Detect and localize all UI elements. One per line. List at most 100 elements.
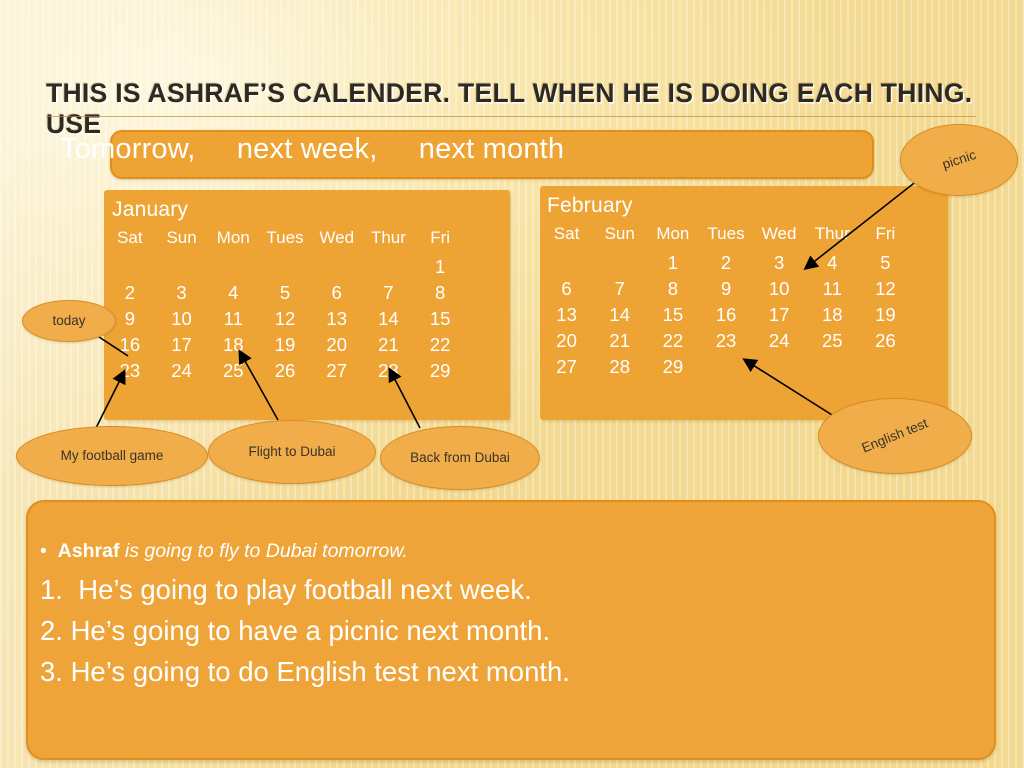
callout-flight-to-dubai-label: Flight to Dubai (248, 444, 336, 459)
calendar-day-cell: 17 (768, 304, 790, 325)
calendar-day-cell: 27 (556, 356, 577, 377)
calendar-day-cell: 10 (768, 278, 790, 299)
calendar-dow-header: Fri (875, 224, 896, 243)
calendar-day-cell: 14 (378, 308, 399, 329)
answer-example-subject: Ashraf (57, 540, 120, 562)
title-divider (46, 116, 976, 117)
calendar-day-cell: 5 (880, 252, 891, 273)
calendar-day-cell: 18 (222, 334, 244, 355)
calendar-title-january: January (112, 198, 189, 221)
calendar-title-february: February (547, 194, 633, 217)
calendar-day-cell: 4 (827, 252, 838, 273)
callout-back-from-dubai-label: Back from Dubai (410, 450, 510, 465)
calendar-day-cell: 8 (434, 282, 446, 303)
answer-item-2: 2. He’s going to have a picnic next mont… (40, 615, 551, 646)
calendar-day-cell: 24 (768, 330, 790, 351)
calendar-day-cell: 14 (609, 304, 630, 325)
answer-example: • Ashraf is going to fly to Dubai tomorr… (40, 540, 970, 563)
calendar-day-cell: 20 (326, 334, 347, 355)
calendar-day-cell: 19 (274, 334, 296, 355)
calendar-day-cell: 29 (429, 360, 451, 381)
calendar-empty-cell (540, 252, 593, 274)
calendar-empty-cell (699, 356, 752, 378)
calendar-dow-header: Sat (117, 228, 143, 247)
calendar-dow-header: Wed (319, 228, 355, 247)
calendar-day-cell: 15 (429, 308, 451, 329)
calendar-day-cell: 17 (171, 334, 192, 355)
calendar-empty-cell (363, 256, 415, 278)
calendar-day-cell: 10 (171, 308, 192, 329)
answer-item-1: 1. He’s going to play football next week… (40, 574, 532, 605)
calendar-dow-header: Fri (430, 228, 451, 247)
calendar-day-cell: 11 (223, 308, 243, 329)
calendar-empty-cell (311, 256, 363, 278)
calendar-dow-header: Sun (166, 228, 197, 247)
calendar-empty-cell (259, 256, 311, 278)
calendar-day-cell: 25 (821, 330, 843, 351)
calendar-day-cell: 15 (662, 304, 684, 325)
calendar-empty-cell (207, 256, 259, 278)
calendar-day-cell: 1 (434, 256, 446, 277)
calendar-grid-january: Sat Sun Mon Tues Wed Thur Fri 1 2 3 4 5 6 7 8 9 10 11 12 13… (104, 228, 466, 382)
calendar-day-cell: 16 (715, 304, 737, 325)
calendar-empty-cell (859, 356, 912, 378)
calendar-day-cell: 8 (667, 278, 678, 299)
calendar-day-cell: 28 (378, 360, 399, 381)
callout-today-label: today (52, 313, 86, 328)
calendar-day-cell: 3 (176, 282, 187, 303)
calendar-day-cell: 2 (124, 282, 135, 303)
calendar-day-cell: 21 (378, 334, 399, 355)
answer-example-bullet: • (40, 540, 58, 562)
calendar-day-cell: 5 (279, 282, 291, 303)
calendar-empty-cell (753, 356, 806, 378)
calendar-day-cell: 1 (667, 252, 678, 273)
calendar-day-cell: 27 (326, 360, 347, 381)
calendar-day-cell: 18 (821, 304, 843, 325)
calendar-day-cell: 9 (720, 278, 732, 299)
calendar-day-cell: 25 (222, 360, 244, 381)
calendar-empty-cell (104, 256, 156, 278)
calendar-day-cell: 13 (556, 304, 577, 325)
callout-english-test: English test (818, 398, 972, 474)
callout-flight-to-dubai: Flight to Dubai (208, 420, 376, 484)
answer-example-rest: is going to fly to Dubai tomorrow. (119, 540, 408, 562)
callout-picnic-label: picnic (940, 147, 978, 172)
calendar-day-cell: 29 (662, 356, 684, 377)
calendar-dow-header: Mon (216, 228, 250, 247)
prompt-text: Tomorrow, next week, next month (60, 133, 565, 165)
callout-back-from-dubai: Back from Dubai (380, 426, 540, 490)
calendar-empty-cell (156, 256, 208, 278)
calendar-dow-header: Thur (814, 224, 850, 243)
calendar-dow-header: Tues (266, 228, 304, 247)
callout-today: today (22, 300, 116, 342)
callout-picnic: picnic (900, 124, 1018, 196)
callout-football-game-label: My football game (60, 448, 164, 463)
calendar-day-cell: 26 (274, 360, 296, 381)
calendar-day-cell: 11 (822, 278, 842, 299)
calendar-dow-header: Mon (656, 224, 690, 243)
calendar-day-cell: 6 (331, 282, 342, 303)
calendar-day-cell: 22 (662, 330, 684, 351)
calendar-day-cell: 12 (274, 308, 296, 329)
calendar-day-cell: 28 (609, 356, 630, 377)
calendar-day-cell: 22 (429, 334, 451, 355)
calendar-day-cell: 23 (119, 360, 141, 381)
calendar-day-cell: 4 (228, 282, 239, 303)
calendar-dow-header: Tues (707, 224, 745, 243)
calendar-day-cell: 7 (614, 278, 625, 299)
calendar-day-cell: 16 (119, 334, 141, 355)
calendar-empty-cell (593, 252, 646, 274)
calendar-dow-header: Sun (604, 224, 635, 243)
callout-football-game: My football game (16, 426, 208, 486)
calendar-day-cell: 6 (561, 278, 572, 299)
calendar-day-cell: 21 (609, 330, 630, 351)
calendar-day-cell: 3 (773, 252, 785, 273)
calendar-day-cell: 26 (875, 330, 896, 351)
calendar-dow-header: Wed (761, 224, 797, 243)
answers-list: • Ashraf is going to fly to Dubai tomorr… (40, 540, 970, 692)
calendar-day-cell: 23 (715, 330, 737, 351)
calendar-day-cell: 12 (875, 278, 896, 299)
callout-english-test-label: English test (859, 415, 930, 456)
calendar-day-cell: 2 (720, 252, 732, 273)
calendar-day-cell: 13 (326, 308, 347, 329)
